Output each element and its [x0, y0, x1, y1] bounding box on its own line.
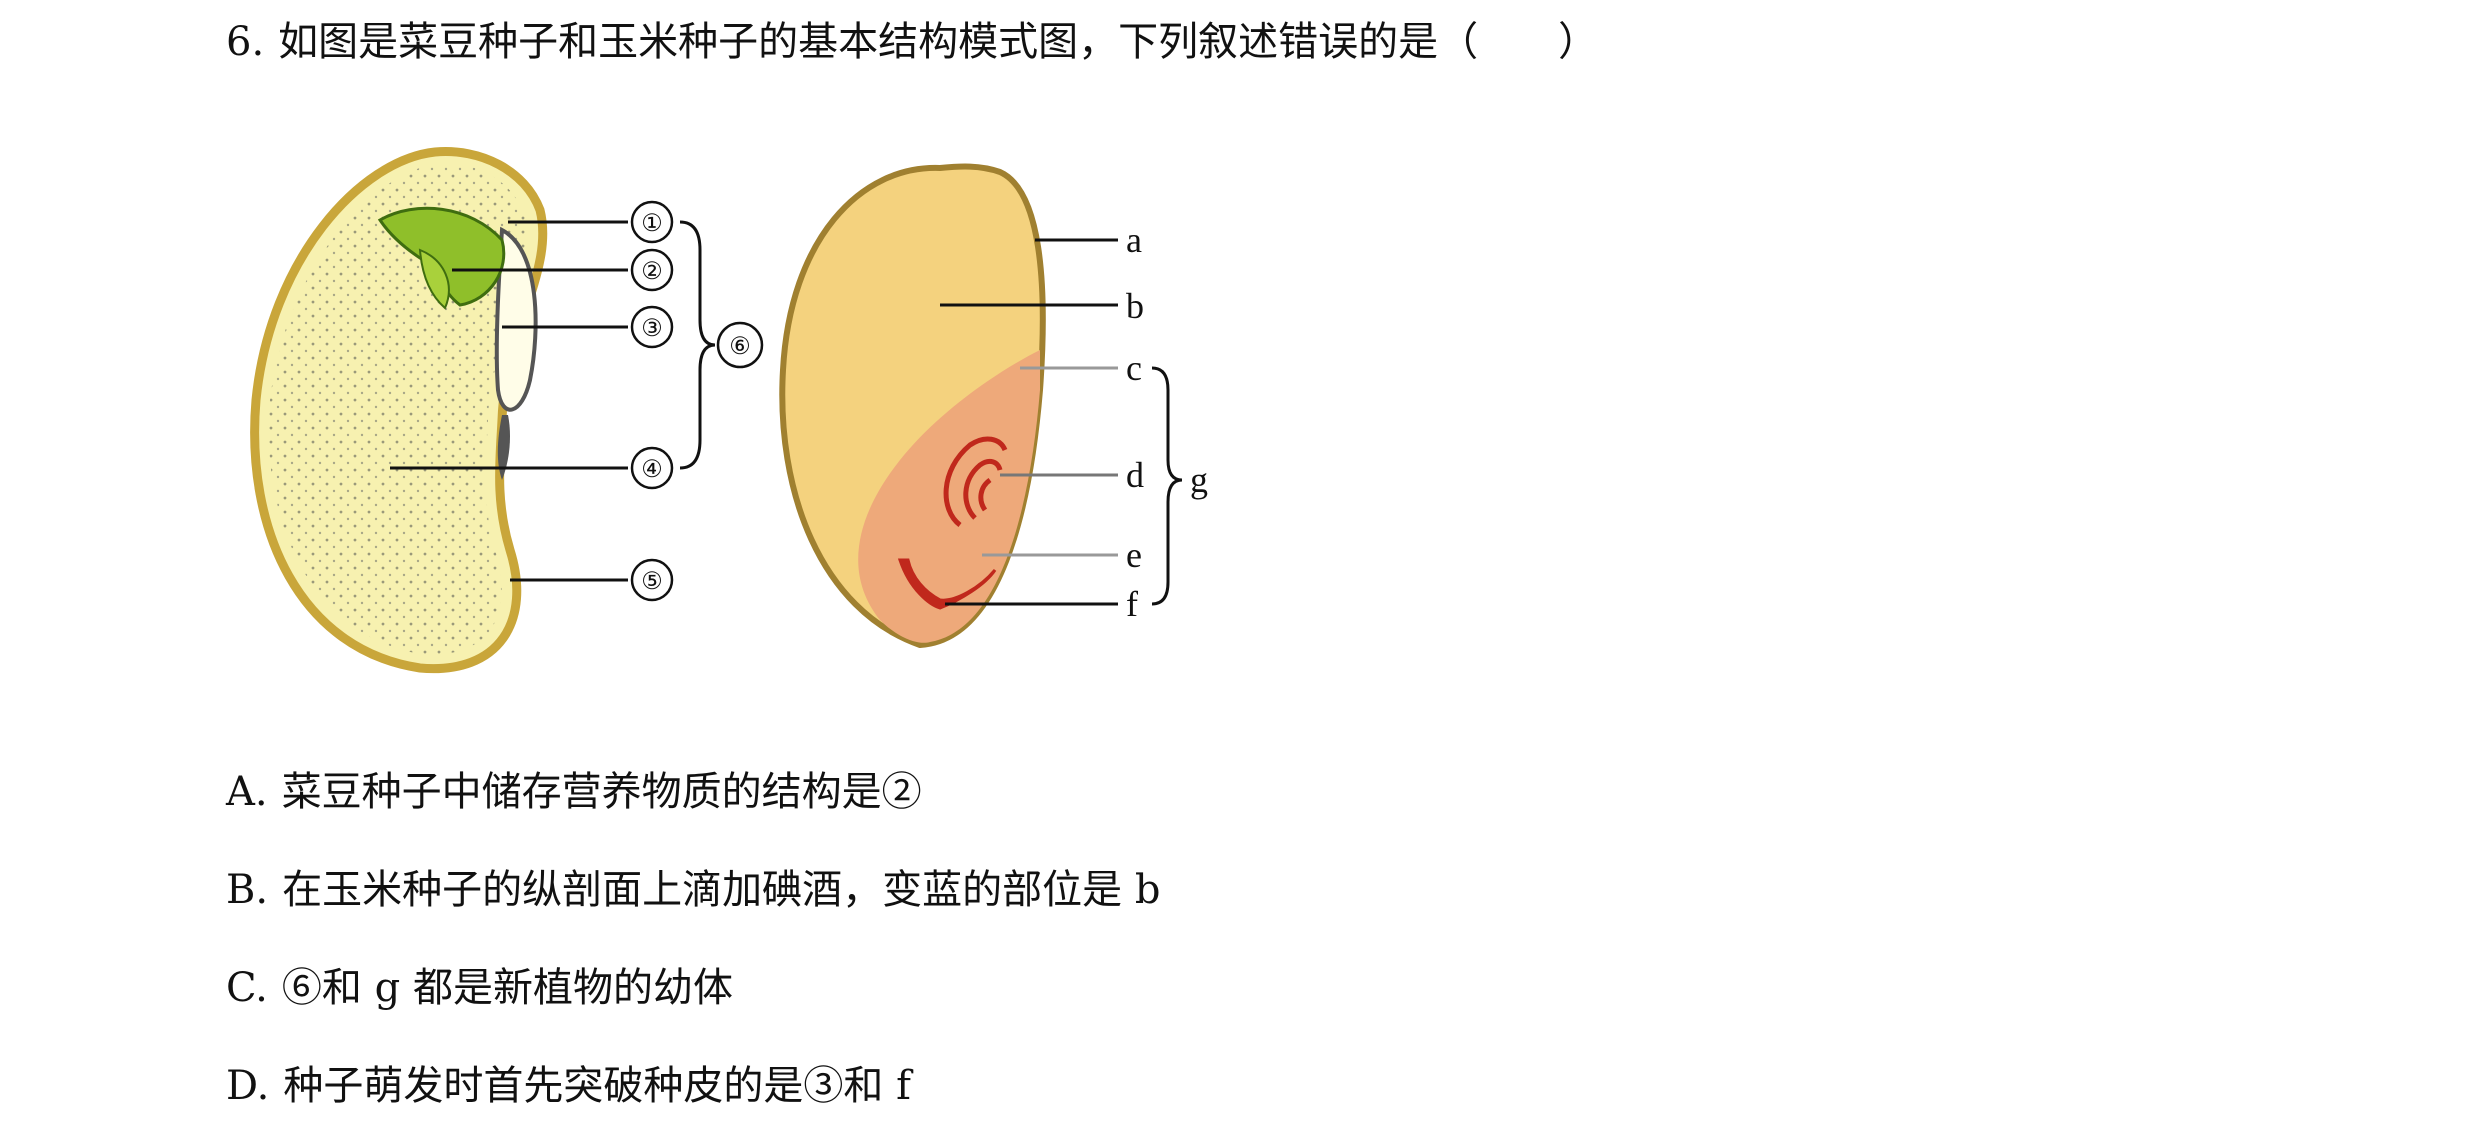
seed-diagram: ① ② ③ ④ ⑤ ⑥ a b c d e f g [250, 147, 1208, 674]
label-b: b [1126, 286, 1144, 326]
label-6: ⑥ [729, 332, 751, 360]
seed-structure-figure: ① ② ③ ④ ⑤ ⑥ a b c d e f g [240, 130, 1240, 690]
label-3: ③ [641, 314, 663, 342]
callout-4: ④ [630, 446, 674, 490]
label-4: ④ [641, 455, 663, 483]
corn-bracket [1151, 366, 1183, 606]
bean-seed [250, 147, 548, 674]
callout-1: ① [630, 200, 674, 244]
label-c: c [1126, 348, 1142, 388]
callout-6: ⑥ [716, 321, 764, 369]
label-g: g [1190, 460, 1208, 500]
option-a-letter: A. [226, 769, 268, 815]
option-c[interactable]: C. ⑥和 g 都是新植物的幼体 [226, 956, 733, 1020]
label-f: f [1126, 584, 1138, 624]
label-2: ② [641, 257, 663, 285]
label-5: ⑤ [641, 567, 663, 595]
option-b-letter: B. [226, 867, 269, 913]
label-a: a [1126, 220, 1142, 260]
callout-5: ⑤ [630, 558, 674, 602]
corn-seed [779, 163, 1046, 649]
option-a-text: 菜豆种子中储存营养物质的结构是② [281, 769, 922, 815]
bean-callouts: ① ② ③ ④ ⑤ ⑥ [630, 200, 764, 602]
option-d[interactable]: D. 种子萌发时首先突破种皮的是③和 f [226, 1054, 911, 1118]
option-d-letter: D. [226, 1063, 270, 1109]
label-d: d [1126, 455, 1144, 495]
option-a[interactable]: A. 菜豆种子中储存营养物质的结构是② [226, 760, 922, 824]
question-text: 如图是菜豆种子和玉米种子的基本结构模式图，下列叙述错误的是（ ） [278, 19, 1599, 65]
option-d-text: 种子萌发时首先突破种皮的是③和 f [283, 1063, 911, 1109]
label-1: ① [641, 209, 663, 237]
question-stem: 6. 如图是菜豆种子和玉米种子的基本结构模式图，下列叙述错误的是（ ） [226, 10, 1598, 74]
question-number: 6. [226, 19, 265, 65]
option-b-text: 在玉米种子的纵剖面上滴加碘酒，变蓝的部位是 b [282, 867, 1161, 913]
label-e: e [1126, 535, 1142, 575]
option-c-text: ⑥和 g 都是新植物的幼体 [281, 965, 733, 1011]
callout-3: ③ [630, 305, 674, 349]
option-b[interactable]: B. 在玉米种子的纵剖面上滴加碘酒，变蓝的部位是 b [226, 858, 1160, 922]
callout-2: ② [630, 248, 674, 292]
bean-bracket [679, 220, 716, 470]
option-c-letter: C. [226, 965, 268, 1011]
